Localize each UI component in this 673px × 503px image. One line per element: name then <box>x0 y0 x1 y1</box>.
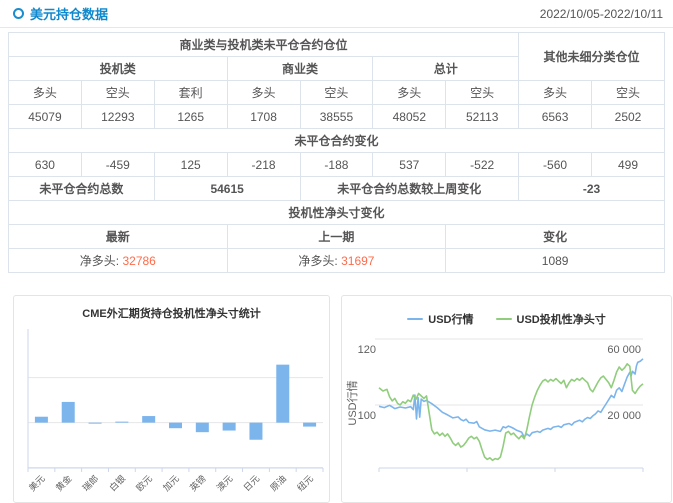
change-value: -218 <box>227 153 300 177</box>
net-previous-label: 净多头: <box>298 254 337 268</box>
table-row: 净多头: 32786 净多头: 31697 1089 <box>9 249 665 273</box>
position-value: 52113 <box>446 105 519 129</box>
page-title: 美元持仓数据 <box>30 4 108 23</box>
series-line-usd-price[interactable] <box>379 359 643 437</box>
table-row: 投机性净头寸变化 <box>9 201 665 225</box>
left-axis-label: 100 <box>358 410 376 422</box>
subgroup-total: 总计 <box>373 57 519 81</box>
bar-x-label: 瑞郎 <box>80 473 101 494</box>
bar-chart-canvas: 美元黄金瑞郎白银欧元加元英镑澳元日元原油纽元 <box>14 296 327 500</box>
right-axis-label: 60 000 <box>607 344 641 356</box>
position-value: 1708 <box>227 105 300 129</box>
net-col-change: 变化 <box>446 225 665 249</box>
net-previous-value: 31697 <box>341 254 374 268</box>
bar-原油[interactable] <box>276 365 289 423</box>
position-value: 1265 <box>154 105 227 129</box>
change-value: -560 <box>519 153 592 177</box>
change-value: 499 <box>592 153 665 177</box>
net-col-latest: 最新 <box>9 225 228 249</box>
bar-x-label: 澳元 <box>214 473 235 494</box>
change-value: 125 <box>154 153 227 177</box>
bar-白银[interactable] <box>115 422 128 423</box>
bar-美元[interactable] <box>35 417 48 423</box>
positions-table: 商业类与投机类未平仓合约仓位 其他未细分类仓位 投机类 商业类 总计 多头 空头… <box>8 32 665 273</box>
net-latest-value: 32786 <box>122 254 155 268</box>
bar-x-label: 原油 <box>268 473 289 494</box>
change-value: -188 <box>300 153 373 177</box>
total-oi-change-value: -23 <box>519 177 665 201</box>
bar-x-label: 加元 <box>161 473 181 493</box>
y-axis-title: USD行情 <box>346 380 359 425</box>
bar-x-label: 美元 <box>26 473 47 494</box>
bar-黄金[interactable] <box>62 402 75 423</box>
col-header: 空头 <box>300 81 373 105</box>
change-value: 537 <box>373 153 446 177</box>
net-section-header: 投机性净头寸变化 <box>9 201 665 225</box>
bar-x-label: 纽元 <box>294 473 315 494</box>
total-oi-change-label: 未平仓合约总数较上周变化 <box>300 177 519 201</box>
table-row: 最新 上一期 变化 <box>9 225 665 249</box>
table-row: 630 -459 125 -218 -188 537 -522 -560 499 <box>9 153 665 177</box>
bar-澳元[interactable] <box>223 423 236 431</box>
bar-x-label: 黄金 <box>53 473 74 494</box>
table-row: 未平仓合约总数 54615 未平仓合约总数较上周变化 -23 <box>9 177 665 201</box>
position-value: 38555 <box>300 105 373 129</box>
table-row: 多头 空头 套利 多头 空头 多头 空头 多头 空头 <box>9 81 665 105</box>
line-chart-canvas: 120 100 60 000 20 000 USD行情 <box>342 296 669 500</box>
net-col-previous: 上一期 <box>227 225 446 249</box>
col-header: 套利 <box>154 81 227 105</box>
col-header: 多头 <box>227 81 300 105</box>
subgroup-speculative: 投机类 <box>9 57 228 81</box>
bar-欧元[interactable] <box>142 416 155 423</box>
page-header: 美元持仓数据 2022/10/05-2022/10/11 <box>0 0 673 28</box>
col-header: 多头 <box>373 81 446 105</box>
bar-纽元[interactable] <box>303 423 316 427</box>
bar-x-label: 英镑 <box>187 473 208 494</box>
position-value: 12293 <box>81 105 154 129</box>
bar-x-label: 欧元 <box>134 473 155 494</box>
position-value: 45079 <box>9 105 82 129</box>
net-previous-cell: 净多头: 31697 <box>227 249 446 273</box>
left-axis-label: 120 <box>358 344 376 356</box>
bar-瑞郎[interactable] <box>89 423 102 424</box>
position-value: 48052 <box>373 105 446 129</box>
change-value: 630 <box>9 153 82 177</box>
table-row: 未平仓合约变化 <box>9 129 665 153</box>
bar-英镑[interactable] <box>196 423 209 433</box>
line-chart-panel: USD行情 USD投机性净头寸 12010060 00020 000USD行情 <box>341 295 672 503</box>
bar-x-label: 日元 <box>242 473 262 493</box>
net-change-value: 1089 <box>446 249 665 273</box>
col-header: 空头 <box>81 81 154 105</box>
change-value: -459 <box>81 153 154 177</box>
other-header-cell: 其他未细分类仓位 <box>519 33 665 81</box>
change-section-header: 未平仓合约变化 <box>9 129 665 153</box>
bar-chart-panel: CME外汇期货持仓投机性净头寸统计 美元黄金瑞郎白银欧元加元英镑澳元日元原油纽元 <box>13 295 330 503</box>
position-value: 6563 <box>519 105 592 129</box>
table-row: 45079 12293 1265 1708 38555 48052 52113 … <box>9 105 665 129</box>
position-value: 2502 <box>592 105 665 129</box>
table-row: 商业类与投机类未平仓合约仓位 其他未细分类仓位 <box>9 33 665 57</box>
group-header-cell: 商业类与投机类未平仓合约仓位 <box>9 33 519 57</box>
col-header: 空头 <box>592 81 665 105</box>
net-latest-label: 净多头: <box>80 254 119 268</box>
col-header: 多头 <box>9 81 82 105</box>
date-range: 2022/10/05-2022/10/11 <box>540 7 663 21</box>
col-header: 多头 <box>519 81 592 105</box>
bullet-circle-icon <box>13 8 24 19</box>
bar-加元[interactable] <box>169 423 182 429</box>
net-latest-cell: 净多头: 32786 <box>9 249 228 273</box>
col-header: 空头 <box>446 81 519 105</box>
change-value: -522 <box>446 153 519 177</box>
right-axis-label: 20 000 <box>607 410 641 422</box>
total-oi-value: 54615 <box>154 177 300 201</box>
bar-x-label: 白银 <box>107 473 128 494</box>
total-oi-label: 未平仓合约总数 <box>9 177 155 201</box>
subgroup-commercial: 商业类 <box>227 57 373 81</box>
bar-日元[interactable] <box>249 423 262 440</box>
